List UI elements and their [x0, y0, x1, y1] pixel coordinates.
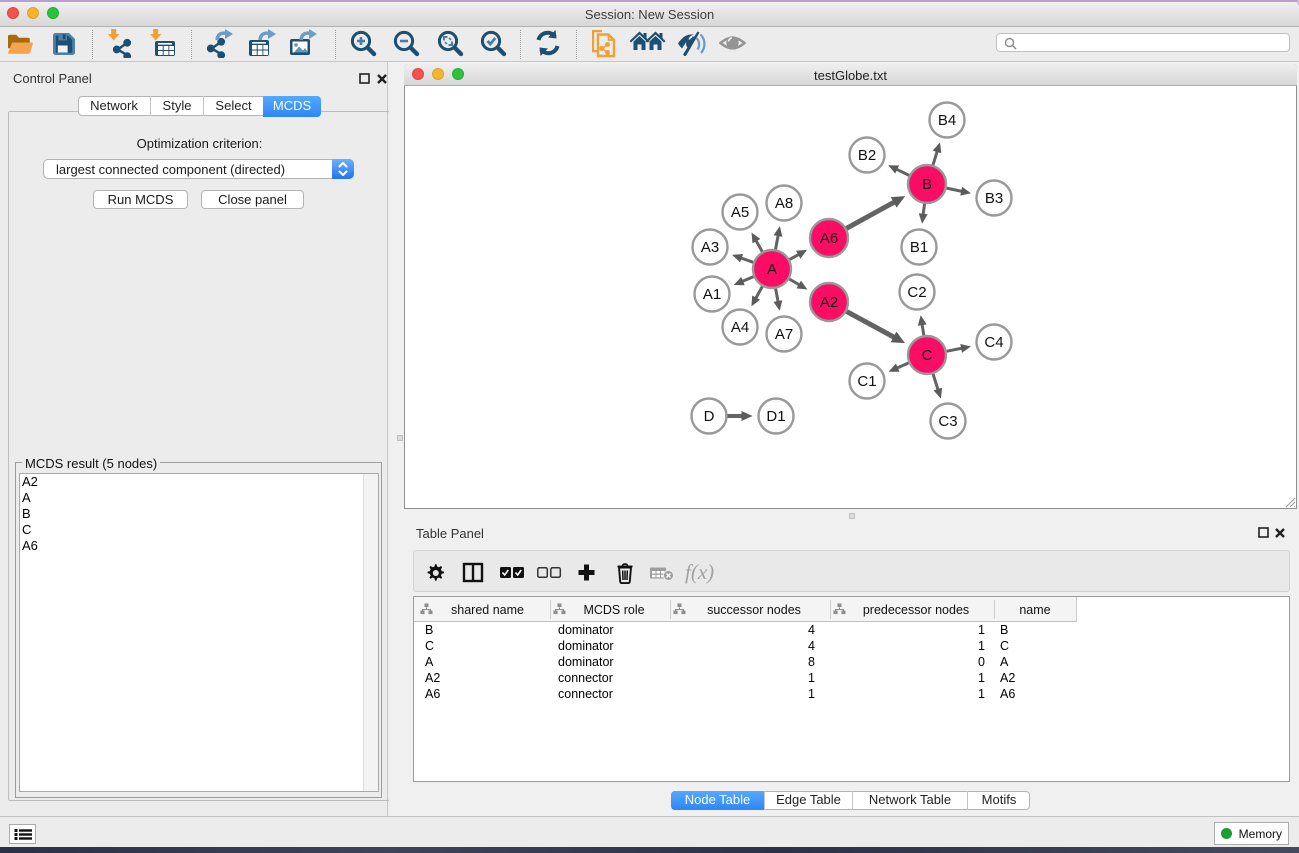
- svg-text:B: B: [922, 176, 932, 193]
- svg-text:B3: B3: [985, 190, 1003, 207]
- svg-text:D: D: [704, 408, 715, 425]
- svg-text:C2: C2: [907, 284, 926, 301]
- svg-text:B4: B4: [938, 112, 956, 129]
- svg-text:A5: A5: [731, 204, 749, 221]
- svg-text:C3: C3: [938, 413, 957, 430]
- svg-text:A8: A8: [775, 195, 793, 212]
- svg-text:C1: C1: [857, 373, 876, 390]
- svg-text:B2: B2: [858, 147, 876, 164]
- svg-text:A7: A7: [775, 326, 793, 343]
- svg-text:D1: D1: [766, 408, 785, 425]
- svg-text:C: C: [922, 347, 933, 364]
- svg-text:C4: C4: [984, 334, 1003, 351]
- svg-text:A3: A3: [701, 239, 719, 256]
- svg-text:B1: B1: [910, 239, 928, 256]
- svg-text:A2: A2: [820, 294, 838, 311]
- svg-text:A6: A6: [820, 230, 838, 247]
- svg-text:A4: A4: [731, 319, 749, 336]
- svg-text:A: A: [767, 261, 777, 278]
- svg-text:A1: A1: [703, 286, 721, 303]
